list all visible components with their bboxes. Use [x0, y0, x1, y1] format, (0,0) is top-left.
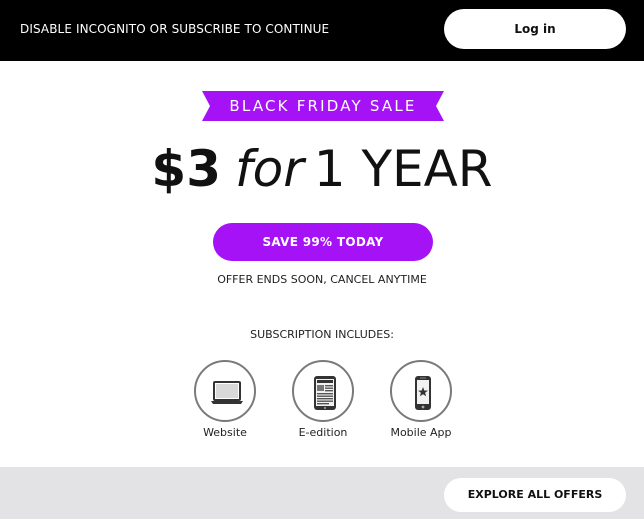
- sale-banner-text: BLACK FRIDAY SALE: [229, 97, 417, 115]
- includes-heading: SUBSCRIPTION INCLUDES:: [250, 328, 394, 341]
- incognito-message: DISABLE INCOGNITO OR SUBSCRIBE TO CONTIN…: [20, 22, 330, 36]
- smartphone-star-icon: [415, 376, 431, 410]
- feature-website: Website: [175, 360, 275, 439]
- price-for-word: for: [235, 140, 304, 198]
- feature-website-label: Website: [203, 426, 247, 439]
- bottom-bar: EXPLORE ALL OFFERS: [0, 467, 644, 519]
- feature-e-edition-label: E-edition: [298, 426, 348, 439]
- login-button[interactable]: Log in: [444, 9, 626, 49]
- tablet-newspaper-icon: [314, 376, 336, 410]
- feature-mobile-app-circle: [390, 360, 452, 422]
- price-term: 1 YEAR: [313, 140, 493, 198]
- feature-e-edition-circle: [292, 360, 354, 422]
- price-amount: $3: [151, 140, 222, 198]
- feature-website-circle: [194, 360, 256, 422]
- save-today-button[interactable]: SAVE 99% TODAY: [213, 223, 433, 261]
- sale-banner: BLACK FRIDAY SALE: [202, 91, 444, 121]
- laptop-icon: [211, 381, 243, 404]
- offer-note: OFFER ENDS SOON, CANCEL ANYTIME: [217, 273, 427, 286]
- explore-all-offers-button[interactable]: EXPLORE ALL OFFERS: [444, 478, 626, 512]
- feature-mobile-app: Mobile App: [371, 360, 471, 439]
- feature-mobile-app-label: Mobile App: [390, 426, 452, 439]
- feature-e-edition: E-edition: [273, 360, 373, 439]
- top-bar: DISABLE INCOGNITO OR SUBSCRIBE TO CONTIN…: [0, 0, 644, 61]
- price-headline: $3 for 1 YEAR: [0, 140, 644, 198]
